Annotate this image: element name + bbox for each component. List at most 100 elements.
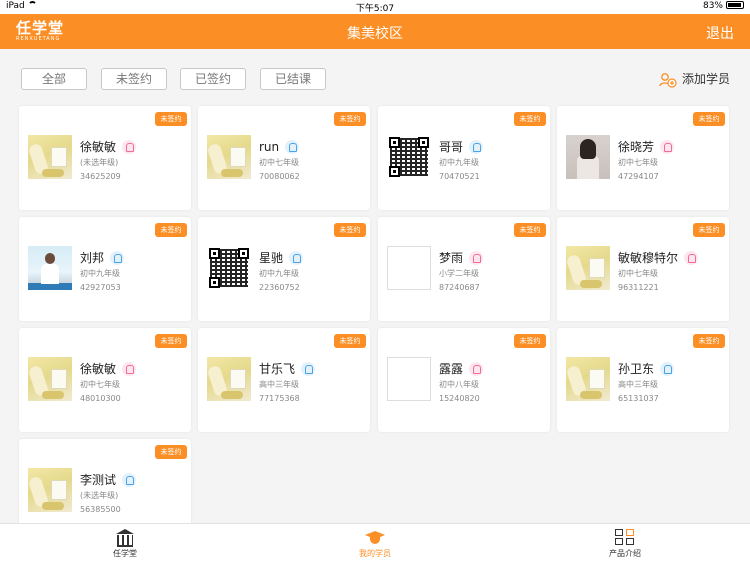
student-card[interactable]: 未签约 哥哥 初中九年级 70470521 [378,106,550,210]
student-id: 70470521 [439,172,480,181]
male-icon [469,139,484,154]
status-bar: iPad 下午5:07 83% [0,0,750,14]
student-card[interactable]: 未签约梦雨小学二年级 87240687 [378,217,550,321]
status-badge: 未签约 [334,223,366,237]
female-icon [469,361,484,376]
student-grade: 初中九年级 [80,269,120,278]
student-card[interactable]: 未签约 徐晓芳 初中七年级 47294107 [557,106,729,210]
status-badge: 未签约 [514,334,546,348]
tab-bar: 任学堂 我的学员 产品介绍 [0,523,750,562]
avatar [28,468,72,512]
student-grade: (未选年级) [80,491,119,500]
status-badge: 未签约 [155,334,187,348]
add-student-label: 添加学员 [681,72,730,86]
avatar [28,246,72,290]
battery-icon [726,1,744,9]
student-card[interactable]: 未签约 孙卫东 高中三年级 65131037 [557,328,729,432]
student-id: 47294107 [618,172,659,181]
male-icon [110,250,125,265]
tab-renxuetang[interactable]: 任学堂 [0,524,250,562]
student-grade: 初中七年级 [259,158,299,167]
female-icon [660,139,675,154]
add-student-button[interactable]: 添加学员 [659,70,730,90]
student-card[interactable]: 未签约 星驰 初中九年级 22360752 [198,217,370,321]
student-name: 敏敏穆特尔 [618,251,679,265]
filter-all[interactable]: 全部 [21,68,87,90]
male-icon [289,250,304,265]
student-name: 徐敏敏 [80,140,117,154]
student-name: 刘邦 [80,251,105,265]
filter-completed[interactable]: 已结课 [260,68,326,90]
status-badge: 未签约 [334,334,366,348]
female-icon [122,361,137,376]
student-card[interactable]: 未签约 甘乐飞 高中三年级 77175368 [198,328,370,432]
male-icon [122,472,137,487]
status-time: 下午5:07 [355,4,395,14]
avatar [207,246,251,290]
student-id: 87240687 [439,283,480,292]
filter-signed[interactable]: 已签约 [180,68,246,90]
student-id: 56385500 [80,505,121,514]
student-card[interactable]: 未签约刘邦初中九年级 42927053 [19,217,191,321]
student-id: 34625209 [80,172,121,181]
filter-unsigned[interactable]: 未签约 [101,68,167,90]
logout-button[interactable]: 退出 [706,23,734,43]
bank-icon [115,529,135,547]
tab-product-intro[interactable]: 产品介绍 [500,524,750,562]
status-badge: 未签约 [693,223,725,237]
student-grade: 高中三年级 [618,380,658,389]
student-card[interactable]: 未签约 露露 初中八年级 15240820 [378,328,550,432]
status-badge: 未签约 [514,223,546,237]
female-icon [469,250,484,265]
male-icon [285,139,300,154]
student-id: 15240820 [439,394,480,403]
status-battery: 83% [703,1,744,11]
avatar [387,135,431,179]
status-badge: 未签约 [693,334,725,348]
tab-my-students[interactable]: 我的学员 [250,524,500,562]
avatar [566,246,610,290]
student-id: 42927053 [80,283,121,292]
status-badge: 未签约 [155,112,187,126]
student-id: 22360752 [259,283,300,292]
student-id: 70080062 [259,172,300,181]
avatar [566,135,610,179]
student-name: 甘乐飞 [259,362,296,376]
student-grade: 初中七年级 [618,158,658,167]
student-grade: 初中八年级 [439,380,479,389]
app-header: 任学堂 RENXUETANG 集美校区 退出 [0,14,750,49]
student-name: 徐晓芳 [618,140,655,154]
student-name: 梦雨 [439,251,464,265]
male-icon [660,361,675,376]
status-badge: 未签约 [514,112,546,126]
student-grade: 高中三年级 [259,380,299,389]
student-card[interactable]: 未签约 敏敏穆特尔初中七年级 96311221 [557,217,729,321]
avatar [387,357,431,401]
student-grade: 初中七年级 [80,380,120,389]
student-id: 96311221 [618,283,659,292]
student-name: run [259,139,280,154]
student-grade: 初中七年级 [618,269,658,278]
student-card[interactable]: 未签约徐敏敏初中七年级 48010300 [19,328,191,432]
student-name: 孙卫东 [618,362,655,376]
female-icon [684,250,699,265]
student-id: 48010300 [80,394,121,403]
student-name: 徐敏敏 [80,362,117,376]
student-card[interactable]: 未签约 run 初中七年级 70080062 [198,106,370,210]
avatar [566,357,610,401]
avatar [207,135,251,179]
student-grade: 初中九年级 [439,158,479,167]
student-name: 星驰 [259,251,284,265]
grid-icon [615,529,635,546]
student-grade: (未选年级) [80,158,119,167]
student-card[interactable]: 未签约徐敏敏 (未选年级) 34625209 [19,106,191,210]
status-badge: 未签约 [334,112,366,126]
page-title: 集美校区 [347,26,403,42]
status-badge: 未签约 [155,223,187,237]
student-name: 李测试 [80,473,117,487]
avatar [207,357,251,401]
avatar [28,357,72,401]
male-icon [301,361,316,376]
student-grade: 小学二年级 [439,269,479,278]
graduation-cap-icon [365,529,385,546]
